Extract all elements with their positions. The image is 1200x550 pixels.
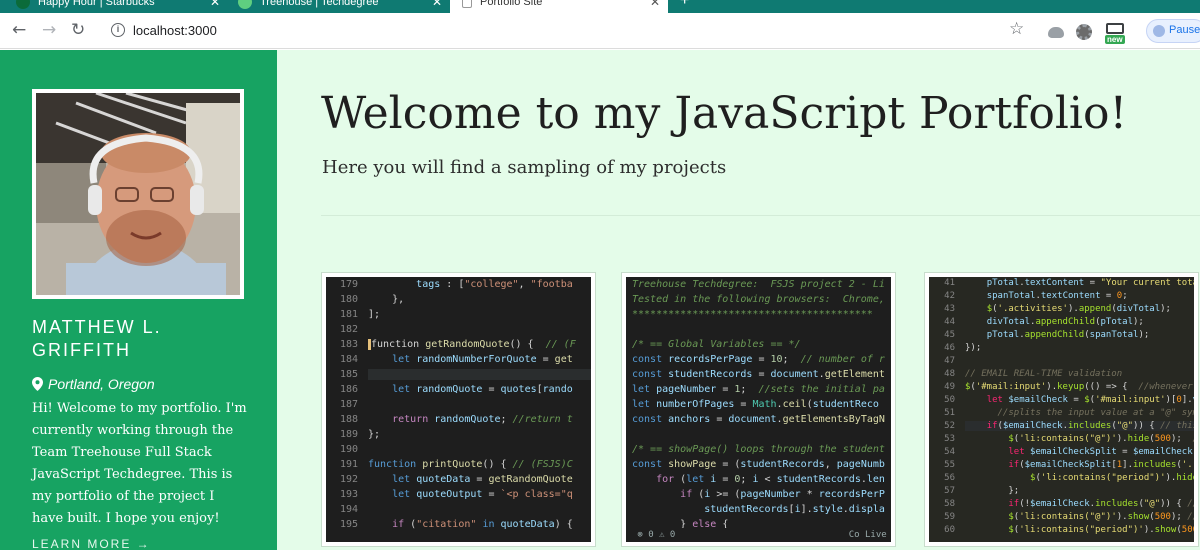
project-card-1[interactable]: 179 180 181 182 183 184 185 186 187 188 … — [321, 272, 596, 547]
tab-portfolio[interactable]: Portfolio Site ✕ — [450, 0, 668, 13]
tab-title: Portfolio Site — [480, 0, 543, 8]
profile-photo-image — [36, 93, 240, 295]
divider — [321, 215, 1200, 216]
cloud-extension-icon[interactable] — [1048, 27, 1064, 38]
page-subtitle: Here you will find a sampling of my proj… — [322, 157, 727, 178]
tab-title: Happy Hour | Starbucks — [38, 0, 155, 8]
project-card-2[interactable]: Treehouse Techdegree: FSJS project 2 - L… — [621, 272, 896, 547]
settings-extension-icon[interactable] — [1076, 24, 1092, 40]
profile-location: Portland, Oregon — [32, 376, 155, 392]
close-tab-icon[interactable]: ✕ — [210, 0, 220, 9]
page-favicon-icon — [462, 0, 472, 8]
profile-status: Paused — [1169, 24, 1200, 36]
bookmark-star-icon[interactable]: ☆ — [1009, 19, 1024, 39]
profile-name: MATTHEW L. GRIFFITH — [32, 317, 162, 360]
learn-more-link[interactable]: LEARN MORE → — [32, 537, 151, 550]
new-tab-icon[interactable]: + — [680, 0, 689, 10]
project-thumbnail-code: Treehouse Techdegree: FSJS project 2 - L… — [626, 277, 891, 542]
project-card-3[interactable]: 41 42 43 44 45 46 47 48 49 50 51 52 53 5… — [924, 272, 1199, 547]
line-numbers: 179 180 181 182 183 184 185 186 187 188 … — [326, 277, 364, 542]
code-text: Treehouse Techdegree: FSJS project 2 - L… — [632, 279, 885, 542]
editor-status-bar: ⊗ 0 ⚠ 0 Co Live — [626, 528, 891, 542]
site-info-icon[interactable]: i — [111, 23, 125, 37]
url-text: localhost:3000 — [133, 23, 217, 38]
tab-treehouse[interactable]: Treehouse | Techdegree ✕ — [228, 0, 450, 13]
tab-starbucks[interactable]: Happy Hour | Starbucks ✕ — [6, 0, 228, 13]
profile-photo — [32, 89, 244, 299]
new-badge: new — [1105, 35, 1125, 44]
browser-tab-strip: Happy Hour | Starbucks ✕ Treehouse | Tec… — [0, 0, 1200, 13]
close-tab-icon[interactable]: ✕ — [650, 0, 660, 9]
starbucks-favicon-icon — [16, 0, 30, 9]
new-extension-icon[interactable]: new — [1105, 23, 1125, 45]
address-bar[interactable]: i localhost:3000 ☆ — [97, 18, 1097, 44]
browser-toolbar: ← → ↻ i localhost:3000 ☆ new Paused — [0, 13, 1200, 49]
profile-sidebar: MATTHEW L. GRIFFITH Portland, Oregon Hi!… — [0, 50, 277, 550]
page-title: Welcome to my JavaScript Portfolio! — [321, 88, 1128, 139]
code-text: pTotal.textContent = "Your current total… — [965, 277, 1194, 537]
reload-icon[interactable]: ↻ — [71, 20, 85, 40]
tab-title: Treehouse | Techdegree — [260, 0, 379, 8]
profile-avatar-icon — [1153, 25, 1165, 37]
map-pin-icon — [32, 377, 43, 391]
project-thumbnail-code: 179 180 181 182 183 184 185 186 187 188 … — [326, 277, 591, 542]
project-thumbnail-code: 41 42 43 44 45 46 47 48 49 50 51 52 53 5… — [929, 277, 1194, 542]
location-text: Portland, Oregon — [48, 376, 155, 392]
treehouse-favicon-icon — [238, 0, 252, 9]
profile-button[interactable]: Paused — [1146, 19, 1200, 43]
back-icon[interactable]: ← — [12, 20, 26, 40]
forward-icon[interactable]: → — [42, 20, 56, 40]
line-numbers: 41 42 43 44 45 46 47 48 49 50 51 52 53 5… — [929, 277, 961, 542]
portfolio-main: Welcome to my JavaScript Portfolio! Here… — [277, 50, 1200, 550]
code-text: tags : ["college", "footba }, ]; functio… — [368, 277, 591, 532]
close-tab-icon[interactable]: ✕ — [432, 0, 442, 9]
profile-bio: Hi! Welcome to my portfolio. I'm current… — [32, 401, 247, 526]
